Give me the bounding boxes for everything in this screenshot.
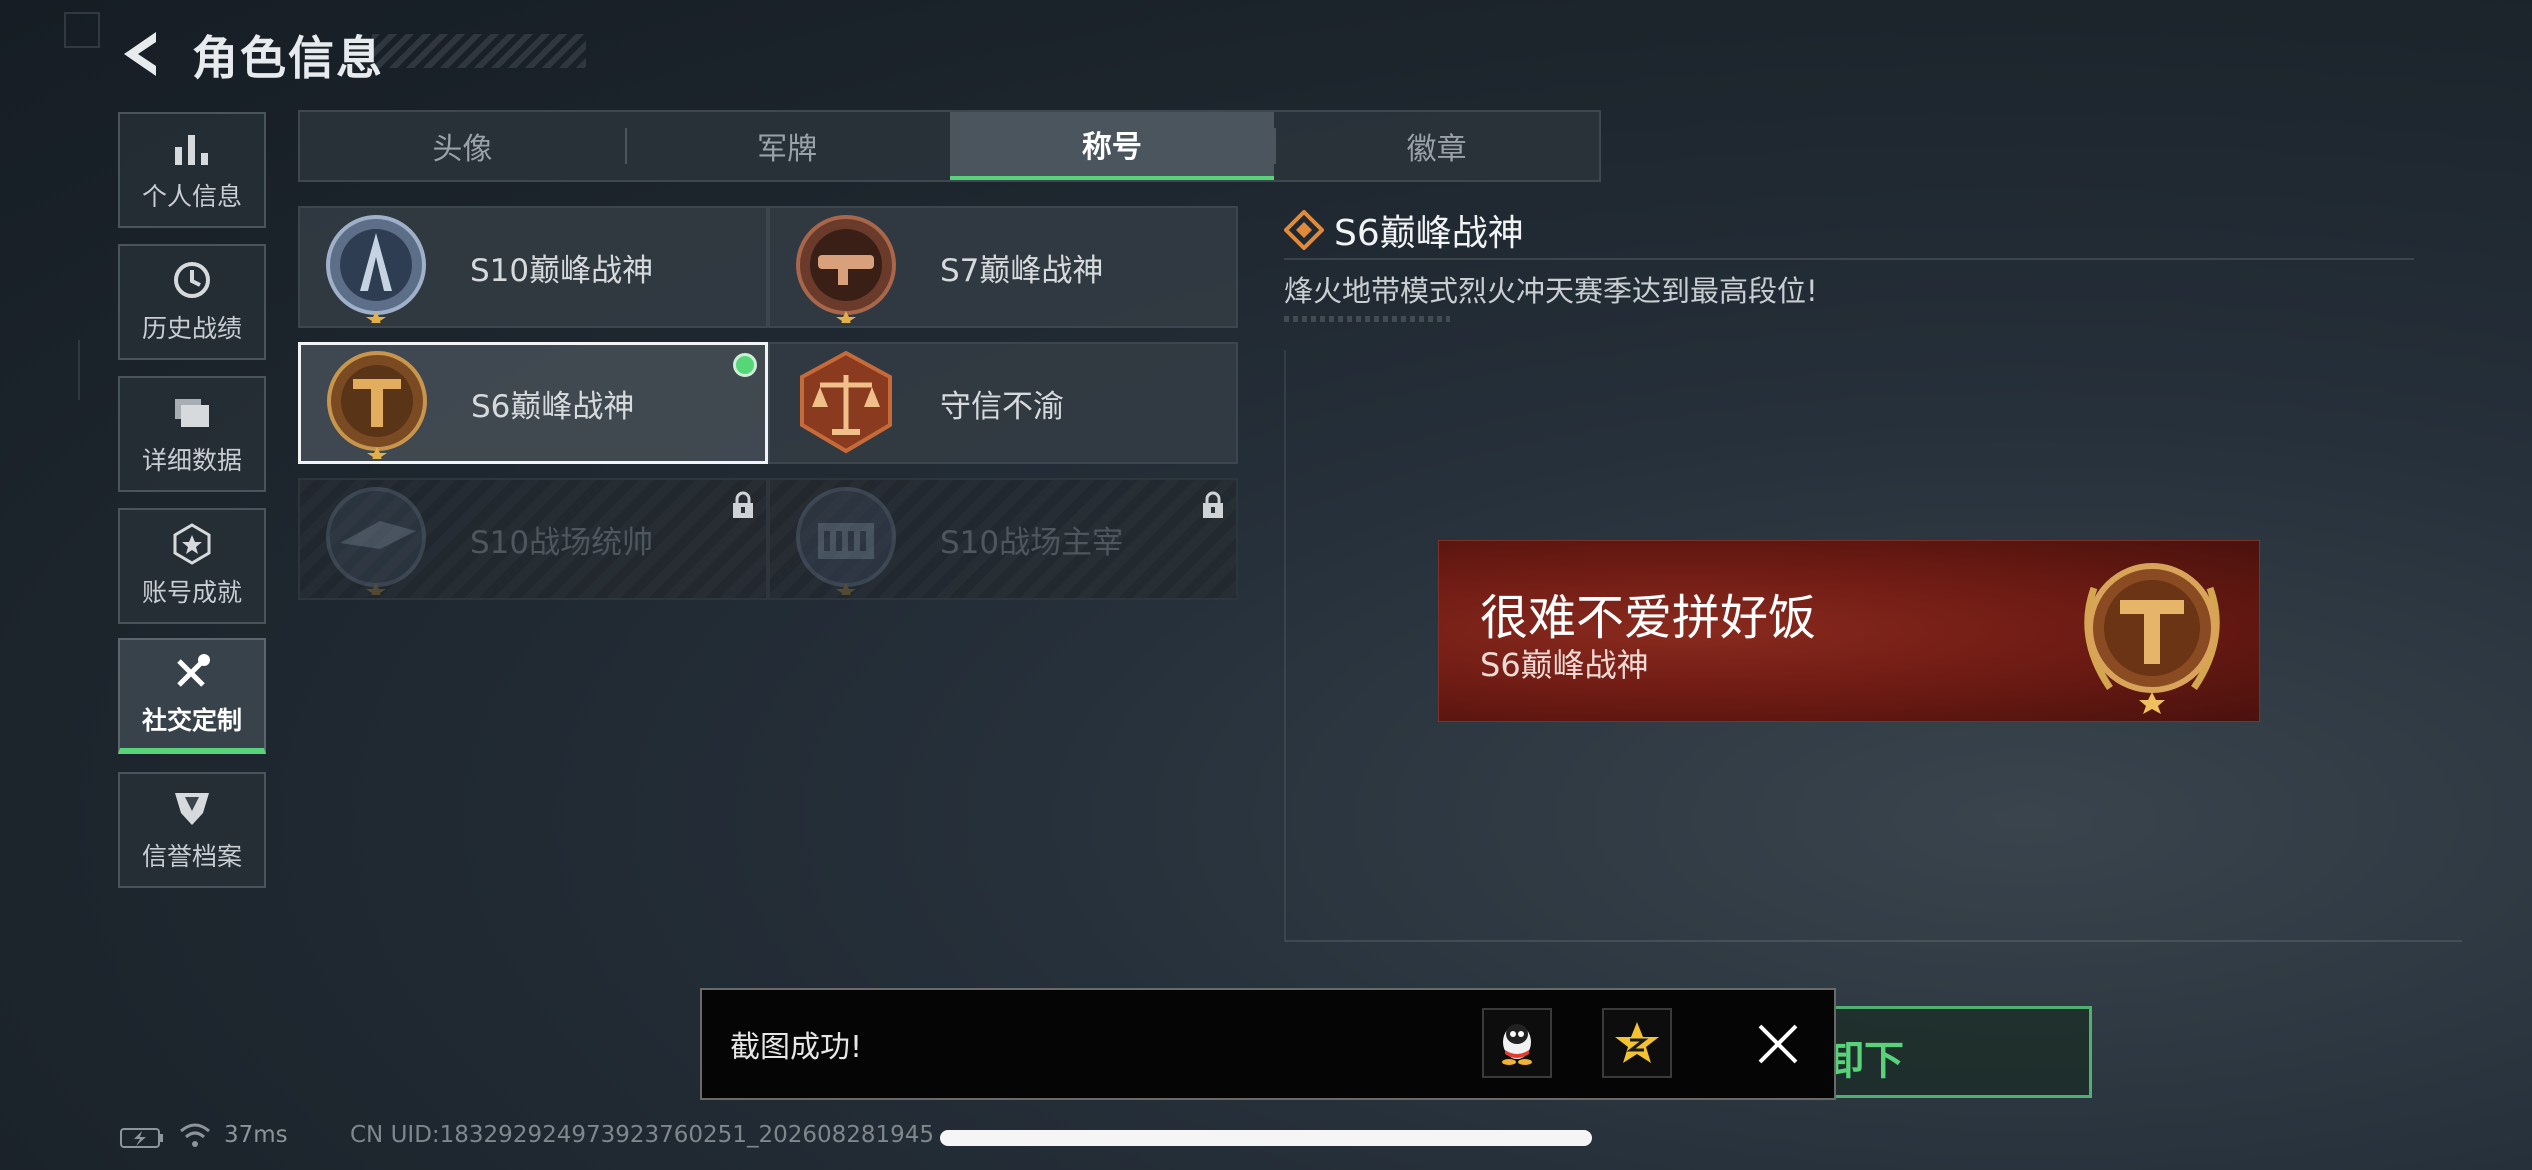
clock-icon: [174, 262, 210, 298]
page-title: 角色信息: [192, 31, 384, 85]
title-card[interactable]: S10巅峰战神: [298, 206, 768, 328]
title-card[interactable]: S7巅峰战神: [768, 206, 1238, 328]
sidebar-item-personal-info[interactable]: 个人信息: [118, 112, 266, 228]
back-arrow-icon[interactable]: [118, 28, 164, 80]
equipped-indicator: [733, 353, 757, 377]
s6-peak-emblem-icon: [2084, 563, 2220, 714]
title-name: S10巅峰战神: [470, 252, 654, 289]
detail-divider: [1284, 258, 2414, 260]
folder-icon: [175, 399, 209, 427]
battery-icon: [120, 1128, 163, 1148]
s10-peak-emblem-icon: [326, 215, 426, 323]
title-card-locked[interactable]: S10战场统帅: [298, 478, 768, 600]
bar-chart-icon: [175, 135, 208, 165]
title-stripe-decoration: [372, 34, 586, 68]
sidebar-item-label: 社交定制: [141, 706, 242, 735]
sidebar-item-social-custom[interactable]: 社交定制: [118, 638, 266, 754]
sidebar-item-achievements[interactable]: 账号成就: [118, 508, 266, 624]
side-line-decoration: [78, 340, 80, 400]
sidebar-item-label: 个人信息: [141, 182, 242, 211]
title-card-selected[interactable]: S6巅峰战神: [298, 342, 768, 464]
sidebar-item-match-history[interactable]: 历史战绩: [118, 244, 266, 360]
s10-dominator-emblem-icon: [796, 487, 896, 595]
qzone-icon: [1615, 1022, 1659, 1063]
title-name: S6巅峰战神: [471, 388, 635, 425]
network-latency: 37ms: [224, 1122, 288, 1148]
scales-emblem-icon: [800, 350, 892, 454]
banner-title: S6巅峰战神: [1480, 646, 1649, 684]
corner-frame-decoration: [64, 12, 100, 48]
s7-peak-emblem-icon: [796, 215, 896, 323]
wifi-icon: [180, 1123, 210, 1147]
achievement-icon: [173, 523, 211, 565]
dash-decoration: [1284, 316, 1450, 322]
diamond-title-icon: [1284, 210, 1324, 250]
tab-avatar[interactable]: 头像: [300, 112, 625, 180]
share-qq-button[interactable]: [1482, 1008, 1552, 1078]
title-card[interactable]: 守信不渝: [768, 342, 1238, 464]
tab-dogtag[interactable]: 军牌: [624, 112, 950, 180]
tab-title[interactable]: 称号: [949, 112, 1275, 180]
tab-badge[interactable]: 徽章: [1274, 112, 1599, 180]
tools-icon: [177, 654, 210, 687]
lock-icon: [733, 491, 753, 518]
close-icon[interactable]: [1752, 1018, 1804, 1070]
shield-icon: [175, 793, 209, 825]
s10-commander-emblem-icon: [326, 487, 426, 595]
unequip-button-label: 卸下: [1824, 1038, 1904, 1084]
title-name: S7巅峰战神: [940, 252, 1104, 289]
lock-icon: [1203, 491, 1223, 518]
title-name: S10战场统帅: [470, 524, 654, 561]
qq-icon: [1502, 1024, 1532, 1065]
detail-description: 烽火地带模式烈火冲天赛季达到最高段位!: [1284, 274, 1818, 308]
detail-title: S6巅峰战神: [1334, 213, 1524, 254]
sidebar-item-credit-record[interactable]: 信誉档案: [118, 772, 266, 888]
title-name: 守信不渝: [940, 388, 1064, 425]
title-card-locked[interactable]: S10战场主宰: [768, 478, 1238, 600]
uid-text: CN UID:1832929249739237602​51_2026082819…: [350, 1122, 935, 1148]
sidebar-item-label: 历史战绩: [141, 314, 242, 343]
banner-player-name: 很难不爱拼好饭: [1480, 590, 1817, 646]
home-indicator[interactable]: [940, 1130, 1592, 1146]
s6-peak-emblem-icon: [327, 351, 427, 459]
title-name: S10战场主宰: [940, 524, 1124, 561]
sidebar-item-label: 详细数据: [141, 446, 242, 475]
sidebar-item-label: 信誉档案: [141, 842, 242, 871]
sidebar-item-detailed-data[interactable]: 详细数据: [118, 376, 266, 492]
sidebar-item-label: 账号成就: [141, 578, 242, 607]
share-qzone-button[interactable]: [1602, 1008, 1672, 1078]
toast-message: 截图成功!: [730, 1030, 863, 1065]
category-tabs: 头像 军牌 称号 徽章: [298, 110, 1601, 182]
banner-tick-decoration: [1450, 552, 1750, 566]
